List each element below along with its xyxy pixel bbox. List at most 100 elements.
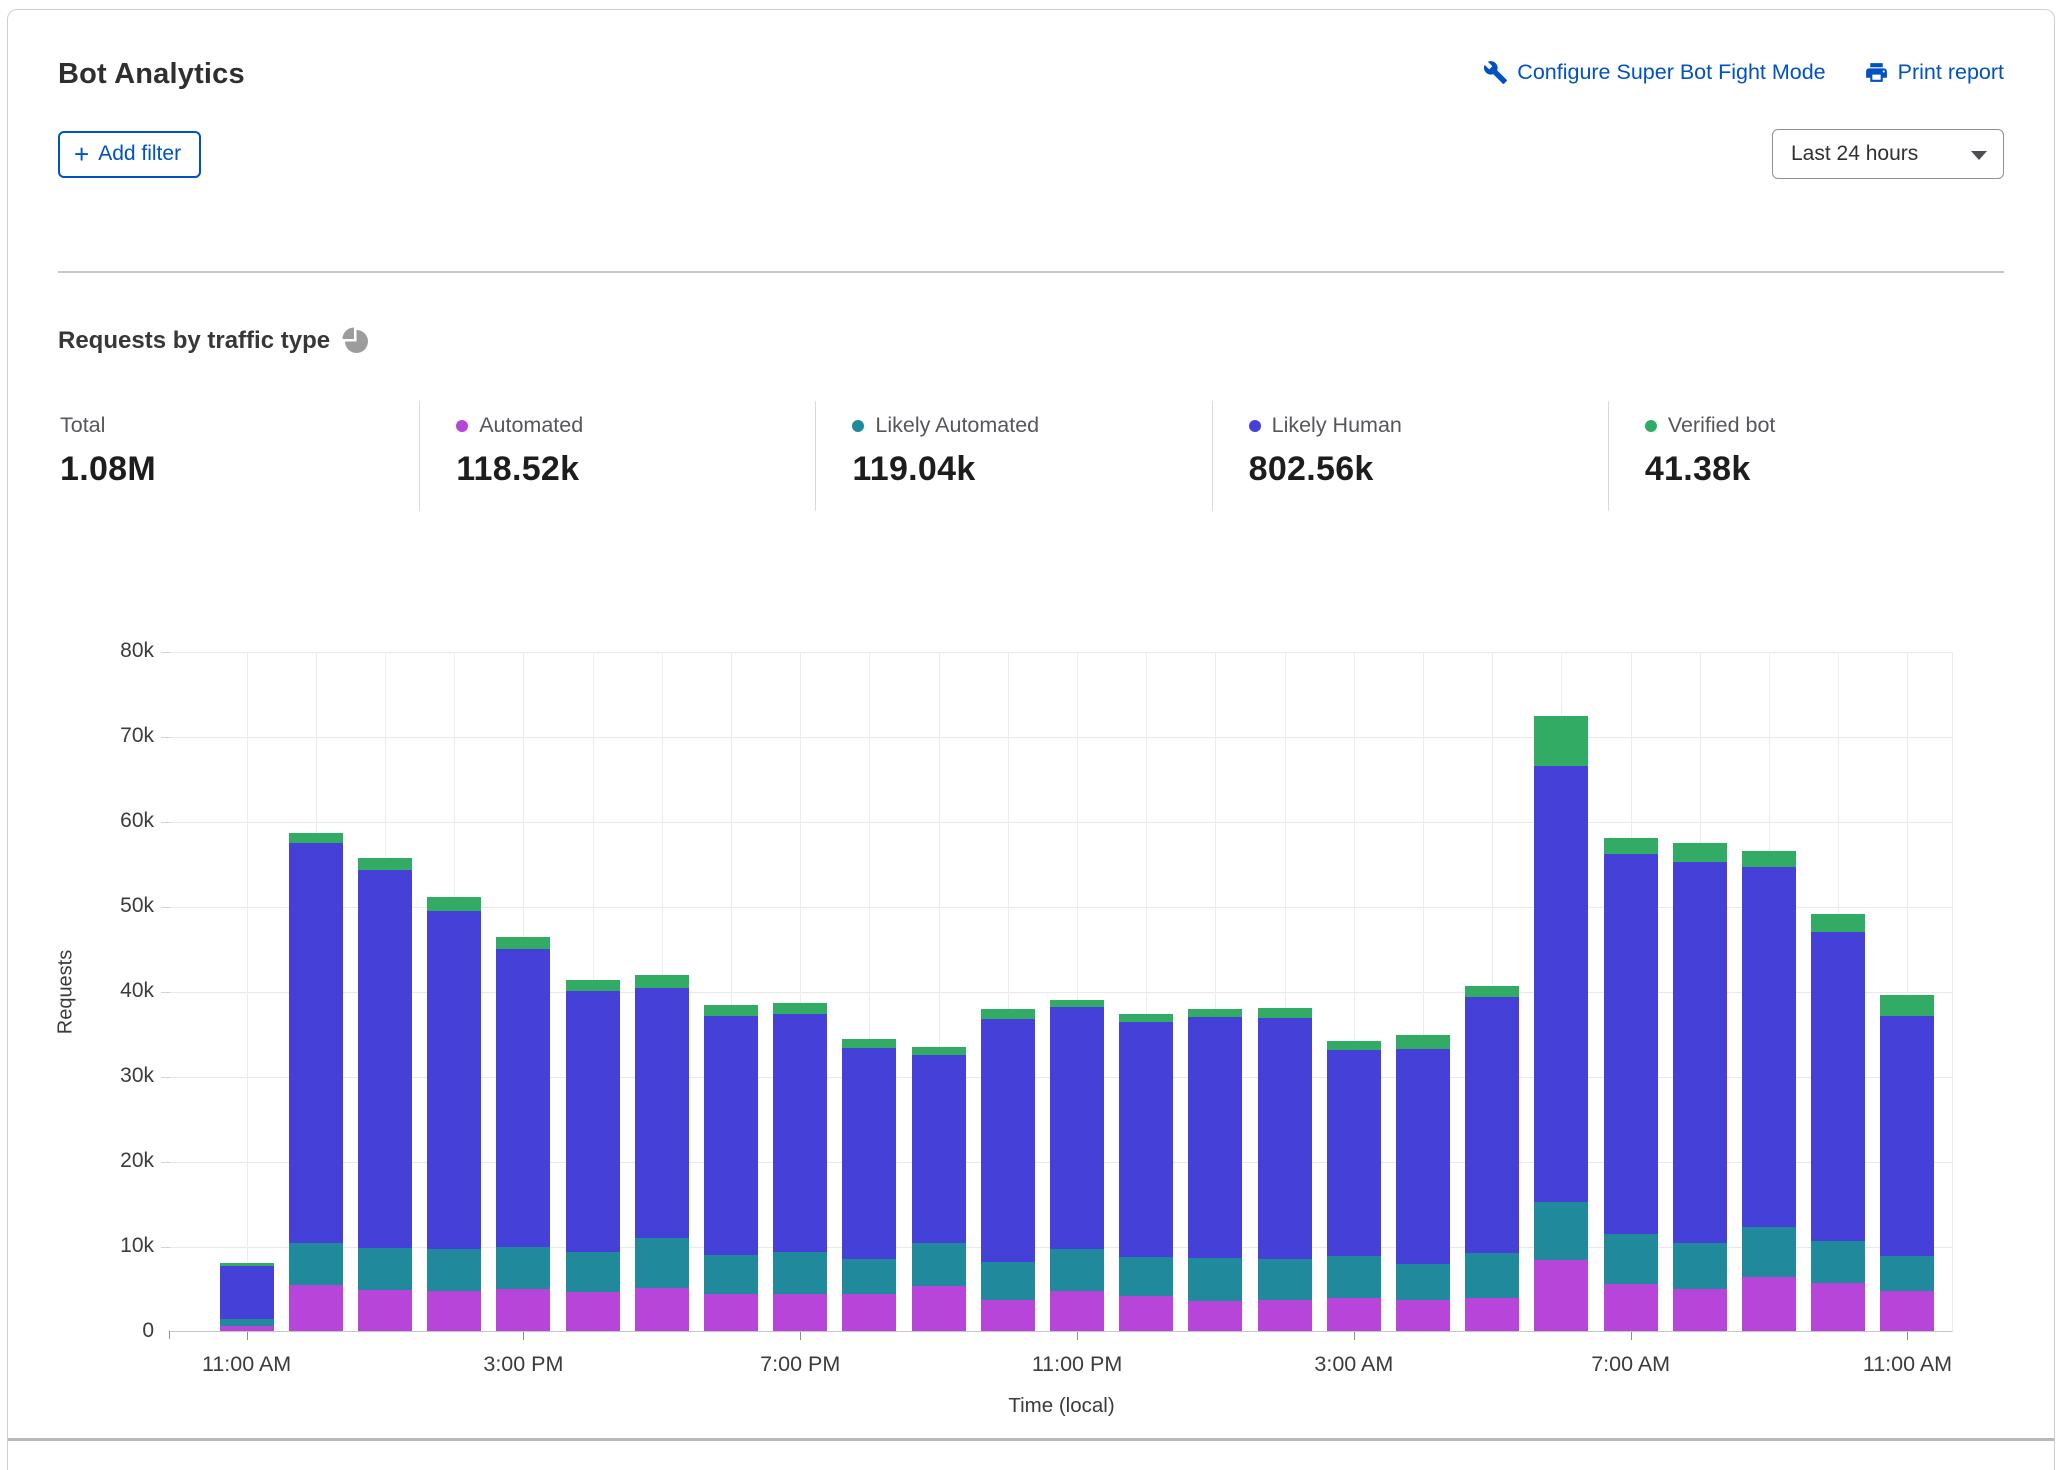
bar-segment-verified-bot[interactable]: [704, 1005, 758, 1016]
bar-segment-likely-automated[interactable]: [1880, 1256, 1934, 1291]
bar-segment-automated[interactable]: [1880, 1291, 1934, 1331]
bar-segment-likely-human[interactable]: [773, 1014, 827, 1252]
bar-segment-likely-automated[interactable]: [358, 1248, 412, 1291]
bar-segment-automated[interactable]: [289, 1285, 343, 1331]
bar-segment-verified-bot[interactable]: [1327, 1041, 1381, 1050]
bar-segment-likely-human[interactable]: [1396, 1049, 1450, 1264]
bar-segment-likely-human[interactable]: [635, 988, 689, 1238]
bar-stack[interactable]: [1119, 1014, 1173, 1331]
bar-segment-likely-automated[interactable]: [289, 1243, 343, 1286]
bar-segment-verified-bot[interactable]: [427, 897, 481, 912]
bar-segment-likely-automated[interactable]: [1742, 1227, 1796, 1276]
bar-segment-likely-automated[interactable]: [1534, 1202, 1588, 1260]
print-report-link[interactable]: Print report: [1864, 60, 2004, 85]
bar-segment-verified-bot[interactable]: [912, 1047, 966, 1055]
bar-segment-likely-automated[interactable]: [1465, 1253, 1519, 1298]
bar-segment-likely-human[interactable]: [566, 991, 620, 1252]
bar-segment-verified-bot[interactable]: [1050, 1000, 1104, 1007]
bar-segment-automated[interactable]: [1050, 1291, 1104, 1331]
bar-segment-likely-automated[interactable]: [1327, 1256, 1381, 1298]
bar-segment-verified-bot[interactable]: [842, 1039, 896, 1048]
bar-segment-likely-human[interactable]: [1119, 1022, 1173, 1257]
bar-segment-automated[interactable]: [635, 1288, 689, 1331]
bar-segment-verified-bot[interactable]: [1673, 843, 1727, 862]
bar-segment-verified-bot[interactable]: [566, 980, 620, 991]
bar-segment-likely-automated[interactable]: [496, 1247, 550, 1290]
configure-super-bot-fight-mode-link[interactable]: Configure Super Bot Fight Mode: [1483, 60, 1825, 85]
add-filter-button[interactable]: + Add filter: [58, 131, 201, 178]
bar-segment-automated[interactable]: [1258, 1300, 1312, 1332]
bar-segment-likely-automated[interactable]: [1673, 1243, 1727, 1288]
bar-segment-likely-automated[interactable]: [566, 1252, 620, 1292]
bar-segment-automated[interactable]: [427, 1291, 481, 1331]
bar-stack[interactable]: [358, 858, 412, 1331]
bar-segment-likely-human[interactable]: [1811, 932, 1865, 1241]
bar-segment-likely-automated[interactable]: [1050, 1249, 1104, 1291]
bar-segment-likely-human[interactable]: [704, 1016, 758, 1256]
bar-segment-verified-bot[interactable]: [981, 1009, 1035, 1019]
bar-segment-likely-human[interactable]: [220, 1266, 274, 1320]
bar-segment-verified-bot[interactable]: [496, 937, 550, 950]
bar-segment-likely-human[interactable]: [912, 1055, 966, 1243]
bar-stack[interactable]: [1673, 843, 1727, 1331]
bar-segment-likely-human[interactable]: [1327, 1050, 1381, 1257]
bar-segment-likely-human[interactable]: [289, 843, 343, 1243]
bar-stack[interactable]: [773, 1003, 827, 1331]
bar-segment-likely-automated[interactable]: [1811, 1241, 1865, 1284]
bar-segment-likely-human[interactable]: [358, 870, 412, 1247]
bar-segment-verified-bot[interactable]: [1880, 995, 1934, 1016]
time-range-select[interactable]: Last 24 hours: [1772, 129, 2004, 179]
bar-segment-automated[interactable]: [1327, 1298, 1381, 1331]
bar-segment-verified-bot[interactable]: [1258, 1008, 1312, 1018]
bar-segment-likely-human[interactable]: [1534, 766, 1588, 1202]
bar-segment-verified-bot[interactable]: [289, 833, 343, 843]
bar-stack[interactable]: [912, 1047, 966, 1331]
bar-segment-automated[interactable]: [1396, 1300, 1450, 1332]
bar-segment-verified-bot[interactable]: [1604, 838, 1658, 854]
bar-segment-likely-automated[interactable]: [1396, 1264, 1450, 1300]
bar-segment-verified-bot[interactable]: [1811, 914, 1865, 932]
bar-segment-automated[interactable]: [1811, 1283, 1865, 1331]
bar-segment-automated[interactable]: [358, 1290, 412, 1331]
bar-segment-verified-bot[interactable]: [1119, 1014, 1173, 1023]
bar-stack[interactable]: [981, 1009, 1035, 1331]
bar-segment-automated[interactable]: [842, 1294, 896, 1331]
bar-segment-automated[interactable]: [220, 1326, 274, 1331]
bar-segment-likely-automated[interactable]: [635, 1238, 689, 1287]
bar-stack[interactable]: [1258, 1008, 1312, 1331]
bar-stack[interactable]: [842, 1039, 896, 1331]
bar-segment-automated[interactable]: [1604, 1284, 1658, 1331]
bar-segment-automated[interactable]: [566, 1292, 620, 1331]
bar-segment-likely-human[interactable]: [496, 949, 550, 1247]
bar-stack[interactable]: [1327, 1041, 1381, 1331]
bar-segment-likely-automated[interactable]: [220, 1319, 274, 1326]
bar-segment-likely-automated[interactable]: [912, 1243, 966, 1286]
bar-segment-likely-automated[interactable]: [1258, 1259, 1312, 1300]
bar-stack[interactable]: [635, 975, 689, 1331]
bar-segment-likely-human[interactable]: [427, 911, 481, 1249]
bar-segment-likely-human[interactable]: [1880, 1016, 1934, 1256]
bar-stack[interactable]: [1188, 1009, 1242, 1331]
bar-segment-likely-automated[interactable]: [842, 1259, 896, 1295]
bar-stack[interactable]: [1534, 716, 1588, 1331]
bar-segment-likely-automated[interactable]: [1188, 1258, 1242, 1301]
bar-stack[interactable]: [1604, 838, 1658, 1331]
bar-segment-likely-automated[interactable]: [704, 1255, 758, 1294]
bar-segment-automated[interactable]: [981, 1300, 1035, 1331]
bar-segment-automated[interactable]: [496, 1289, 550, 1331]
bar-segment-likely-automated[interactable]: [773, 1252, 827, 1294]
bar-segment-verified-bot[interactable]: [1188, 1009, 1242, 1018]
bar-stack[interactable]: [1050, 1000, 1104, 1331]
bar-segment-automated[interactable]: [1534, 1260, 1588, 1331]
bar-segment-automated[interactable]: [773, 1294, 827, 1331]
bar-segment-likely-automated[interactable]: [981, 1262, 1035, 1300]
bar-segment-verified-bot[interactable]: [1534, 716, 1588, 766]
bar-stack[interactable]: [220, 1263, 274, 1331]
bar-segment-automated[interactable]: [1119, 1296, 1173, 1331]
bar-segment-automated[interactable]: [1188, 1301, 1242, 1331]
bar-stack[interactable]: [1465, 986, 1519, 1331]
bar-stack[interactable]: [1742, 851, 1796, 1331]
bar-segment-verified-bot[interactable]: [1742, 851, 1796, 867]
bar-segment-verified-bot[interactable]: [1396, 1035, 1450, 1049]
bar-segment-verified-bot[interactable]: [773, 1003, 827, 1014]
